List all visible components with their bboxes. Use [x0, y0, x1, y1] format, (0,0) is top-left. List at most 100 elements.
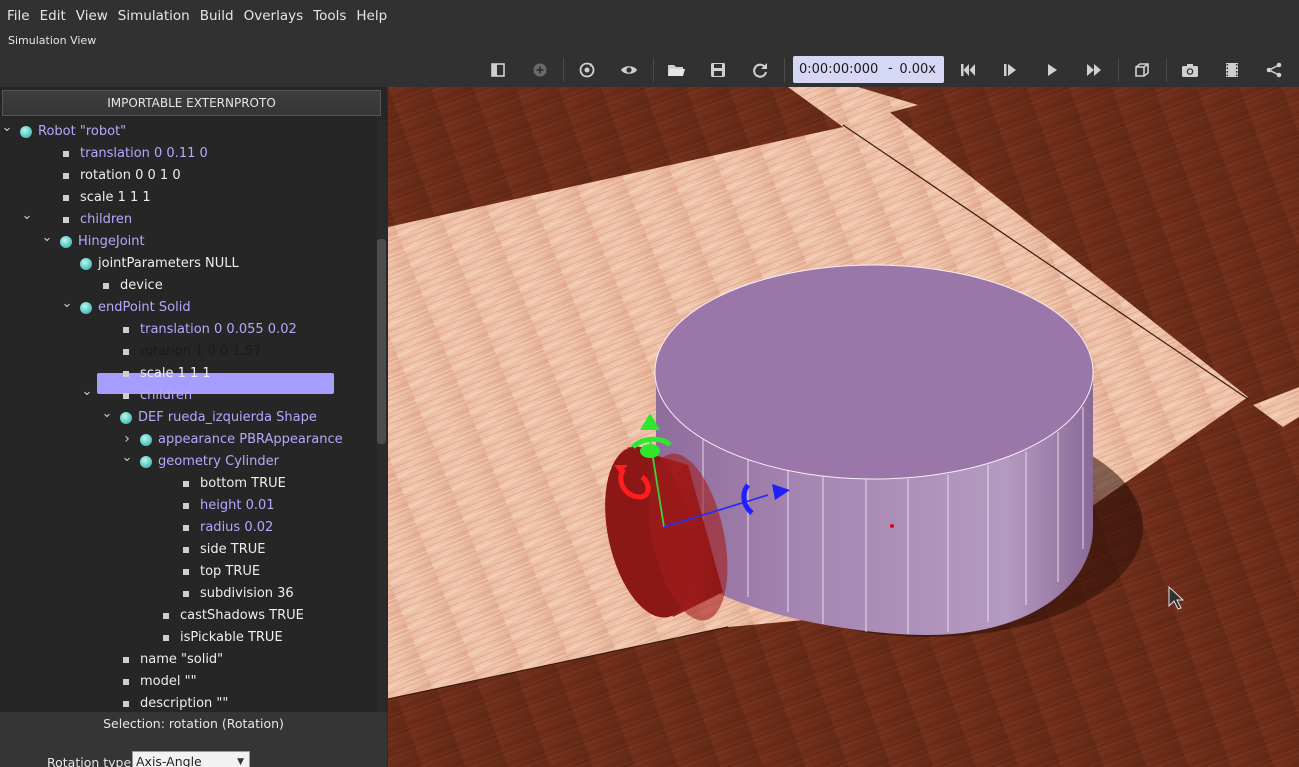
rotation-type-value: Axis-Angle: [136, 754, 202, 767]
toolbar-separator: [1166, 58, 1167, 82]
field-bullet-icon: [63, 195, 69, 201]
step-icon[interactable]: [998, 58, 1022, 82]
fast-forward-icon[interactable]: [1082, 58, 1106, 82]
tree-row-label: geometry Cylinder: [158, 454, 279, 469]
tree-row-label: radius 0.02: [200, 520, 274, 535]
chevron-down-icon[interactable]: ⌄: [21, 209, 33, 231]
tree-row[interactable]: jointParameters NULL: [0, 253, 376, 275]
tree-row[interactable]: ⌄ children: [0, 209, 376, 231]
tree-row[interactable]: ⌄ Robot "robot": [0, 121, 376, 143]
add-node-icon[interactable]: [528, 58, 552, 82]
rotation-type-select[interactable]: Axis-Angle ▼: [132, 751, 250, 767]
record-video-icon[interactable]: [1220, 58, 1244, 82]
menu-overlays[interactable]: Overlays: [239, 0, 309, 32]
tree-row[interactable]: castShadows TRUE: [0, 605, 376, 627]
field-bullet-icon: [103, 283, 109, 289]
tree-row-label: rotation 1 0 0 1.57: [140, 344, 262, 359]
save-world-icon[interactable]: [706, 58, 730, 82]
tree-row[interactable]: ⌄ DEF rueda_izquierda Shape: [0, 407, 376, 429]
open-world-icon[interactable]: [664, 58, 688, 82]
tree-row[interactable]: scale 1 1 1: [0, 187, 376, 209]
chevron-down-icon[interactable]: ⌄: [1, 121, 13, 143]
chevron-down-icon[interactable]: ⌄: [81, 385, 93, 407]
time-separator: -: [888, 61, 893, 76]
field-bullet-icon: [63, 151, 69, 157]
tree-row[interactable]: description "": [0, 693, 376, 712]
tree-row[interactable]: rotation 0 0 1 0: [0, 165, 376, 187]
scene-tree-scroll-thumb[interactable]: [377, 239, 386, 444]
tree-row[interactable]: scale 1 1 1: [0, 363, 376, 385]
scene-tree-panel: IMPORTABLE EXTERNPROTO ⌄ Robot "robot" tra…: [0, 87, 387, 767]
tree-row[interactable]: model "": [0, 671, 376, 693]
share-icon[interactable]: [1262, 58, 1286, 82]
tree-row-label: children: [80, 212, 133, 227]
tree-row[interactable]: isPickable TRUE: [0, 627, 376, 649]
field-bullet-icon: [183, 547, 189, 553]
tree-row[interactable]: ⌄ HingeJoint: [0, 231, 376, 253]
play-icon[interactable]: [1040, 58, 1064, 82]
field-bullet-icon: [123, 393, 129, 399]
tree-row[interactable]: side TRUE: [0, 539, 376, 561]
toggle-scene-tree-icon[interactable]: [486, 58, 510, 82]
screenshot-icon[interactable]: [1178, 58, 1202, 82]
tree-row-label: top TRUE: [200, 564, 261, 579]
field-bullet-icon: [183, 481, 189, 487]
tree-row-label: isPickable TRUE: [180, 630, 283, 645]
tree-row[interactable]: ⌄ endPoint Solid: [0, 297, 376, 319]
chevron-down-icon[interactable]: ⌄: [41, 231, 53, 253]
chevron-right-icon[interactable]: ›: [121, 429, 133, 451]
tree-row-label: model "": [140, 674, 197, 689]
tree-row[interactable]: ⌄ children: [0, 385, 376, 407]
menu-view[interactable]: View: [71, 0, 113, 32]
tree-row[interactable]: device: [0, 275, 376, 297]
tree-row-label: height 0.01: [200, 498, 275, 513]
field-bullet-icon: [163, 613, 169, 619]
tree-row[interactable]: radius 0.02: [0, 517, 376, 539]
chevron-down-icon[interactable]: ⌄: [61, 297, 73, 319]
eye-icon[interactable]: [617, 58, 641, 82]
tree-row[interactable]: height 0.01: [0, 495, 376, 517]
menu-file[interactable]: File: [2, 0, 35, 32]
tree-row-selected[interactable]: rotation 1 0 0 1.57: [0, 341, 376, 363]
3d-scene[interactable]: [388, 87, 1299, 767]
field-bullet-icon: [123, 657, 129, 663]
menu-edit[interactable]: Edit: [35, 0, 71, 32]
chevron-down-icon[interactable]: ⌄: [101, 407, 113, 429]
simulation-time-display: 0:00:00:000 - 0.00x: [793, 56, 944, 83]
field-bullet-icon: [183, 503, 189, 509]
menu-build[interactable]: Build: [195, 0, 239, 32]
tree-row[interactable]: › appearance PBRAppearance: [0, 429, 376, 451]
menu-simulation[interactable]: Simulation: [113, 0, 195, 32]
tree-row-label: rotation 0 0 1 0: [80, 168, 181, 183]
simulation-view-titlebar: Simulation View: [0, 32, 1299, 52]
step-back-icon[interactable]: [956, 58, 980, 82]
reload-world-icon[interactable]: [748, 58, 772, 82]
3d-view[interactable]: [388, 87, 1299, 767]
view-cube-icon[interactable]: [1130, 58, 1154, 82]
field-bullet-icon: [63, 173, 69, 179]
tree-row[interactable]: translation 0 0.055 0.02: [0, 319, 376, 341]
reset-viewpoint-icon[interactable]: [575, 58, 599, 82]
chevron-down-icon[interactable]: ⌄: [121, 451, 133, 473]
importable-externproto-button[interactable]: IMPORTABLE EXTERNPROTO: [2, 90, 381, 116]
tree-row-label: appearance PBRAppearance: [158, 432, 343, 447]
tree-row[interactable]: top TRUE: [0, 561, 376, 583]
tree-row-label: castShadows TRUE: [180, 608, 304, 623]
tree-row-label: description "": [140, 696, 229, 711]
toolbar-separator: [653, 58, 654, 82]
tree-row[interactable]: name "solid": [0, 649, 376, 671]
toolbar-separator: [1118, 58, 1119, 82]
tree-row[interactable]: subdivision 36: [0, 583, 376, 605]
field-editor: Selection: rotation (Rotation) Rotation …: [0, 712, 387, 767]
simulation-speed: 0.00x: [899, 62, 936, 77]
tree-row[interactable]: translation 0 0.11 0: [0, 143, 376, 165]
node-bullet-icon: [20, 126, 32, 138]
field-bullet-icon: [163, 635, 169, 641]
field-bullet-icon: [123, 371, 129, 377]
menu-bar: File Edit View Simulation Build Overlays…: [0, 0, 1299, 32]
tree-row[interactable]: bottom TRUE: [0, 473, 376, 495]
menu-tools[interactable]: Tools: [308, 0, 351, 32]
tree-row[interactable]: ⌄ geometry Cylinder: [0, 451, 376, 473]
tree-row-label: subdivision 36: [200, 586, 294, 601]
menu-help[interactable]: Help: [351, 0, 392, 32]
